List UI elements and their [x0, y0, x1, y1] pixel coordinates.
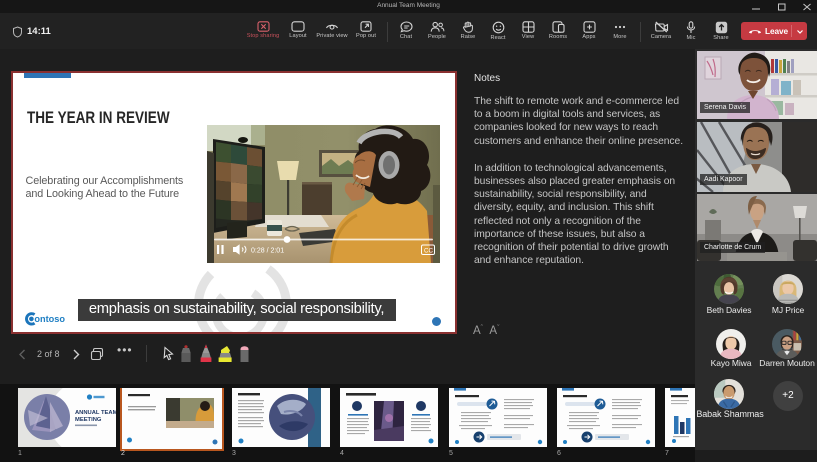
- svg-text:0:28 / 2:01: 0:28 / 2:01: [251, 247, 284, 254]
- svg-text:ontoso: ontoso: [34, 314, 65, 324]
- svg-text:ANNUAL TEAM: ANNUAL TEAM: [75, 410, 116, 416]
- svg-text:MEETING: MEETING: [75, 417, 102, 423]
- svg-text:CC: CC: [424, 247, 433, 254]
